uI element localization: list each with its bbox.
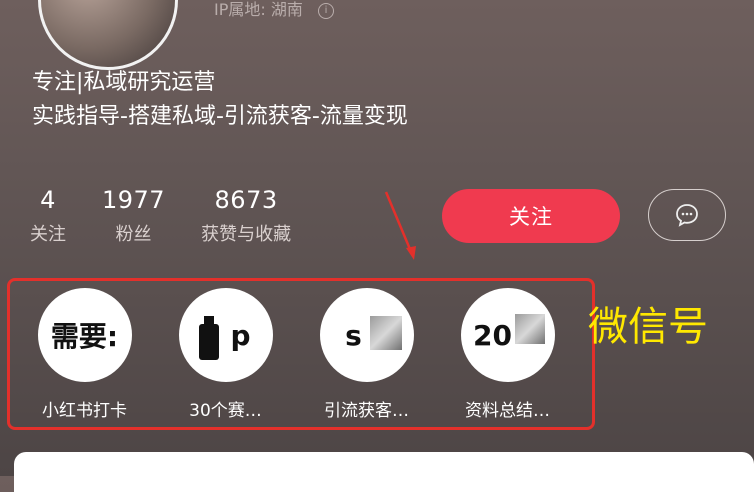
info-icon[interactable]: i bbox=[317, 2, 334, 19]
collection-cover: 需要: bbox=[37, 288, 132, 382]
collection-item[interactable]: p 30个赛… bbox=[155, 284, 296, 421]
stat-label: 关注 bbox=[30, 224, 66, 245]
collections-row: 需要: 小红书打卡 p 30个赛… s 引流获客… 20 资料总结… bbox=[14, 284, 578, 421]
stat-following[interactable]: 4 关注 bbox=[30, 186, 66, 246]
collection-item[interactable]: 20 资料总结… bbox=[437, 284, 578, 421]
bio-line-1: 专注|私域研究运营 bbox=[32, 70, 216, 95]
cover-text: s bbox=[345, 318, 362, 352]
cover-text: 需要: bbox=[50, 320, 119, 353]
chat-bubble-icon bbox=[676, 204, 698, 227]
mosaic-blur bbox=[514, 314, 545, 344]
red-arrow-annotation bbox=[384, 191, 416, 260]
stat-label: 粉丝 bbox=[115, 224, 152, 245]
collection-item[interactable]: s 引流获客… bbox=[296, 284, 437, 421]
bio-line-2: 实践指导-搭建私域-引流获客-流量变现 bbox=[32, 104, 408, 129]
collection-cover: 20 bbox=[460, 288, 555, 382]
collection-label: 资料总结… bbox=[465, 401, 550, 421]
stats-row: 4 关注 1977 粉丝 8673 获赞与收藏 bbox=[30, 186, 327, 246]
stat-followers[interactable]: 1977 粉丝 bbox=[102, 186, 165, 246]
wechat-annotation: 微信号 bbox=[588, 304, 708, 350]
ip-location: IP属地: 湖南 i bbox=[214, 0, 334, 20]
mosaic-blur bbox=[369, 316, 402, 350]
stat-label: 获赞与收藏 bbox=[201, 224, 292, 245]
content-card bbox=[14, 452, 754, 492]
bottle-icon bbox=[198, 316, 219, 360]
message-button[interactable] bbox=[648, 189, 726, 241]
stat-value: 1977 bbox=[102, 186, 166, 214]
collection-cover: p bbox=[178, 288, 273, 382]
collection-label: 30个赛… bbox=[189, 401, 262, 421]
collection-label: 小红书打卡 bbox=[42, 401, 127, 421]
bio: 专注|私域研究运营 实践指导-搭建私域-引流获客-流量变现 bbox=[32, 66, 408, 134]
stat-likes-and-saves[interactable]: 8673 获赞与收藏 bbox=[201, 186, 291, 246]
stat-value: 8673 bbox=[214, 186, 278, 214]
follow-button[interactable]: 关注 bbox=[442, 189, 620, 243]
cover-text: 20 bbox=[473, 318, 512, 352]
stat-value: 4 bbox=[40, 186, 56, 214]
ip-location-text: IP属地: 湖南 bbox=[214, 0, 303, 19]
avatar[interactable] bbox=[38, 0, 178, 70]
collection-cover: s bbox=[319, 288, 414, 382]
collection-item[interactable]: 需要: 小红书打卡 bbox=[14, 284, 155, 421]
collection-label: 引流获客… bbox=[324, 401, 409, 421]
cover-text: p bbox=[230, 318, 251, 352]
